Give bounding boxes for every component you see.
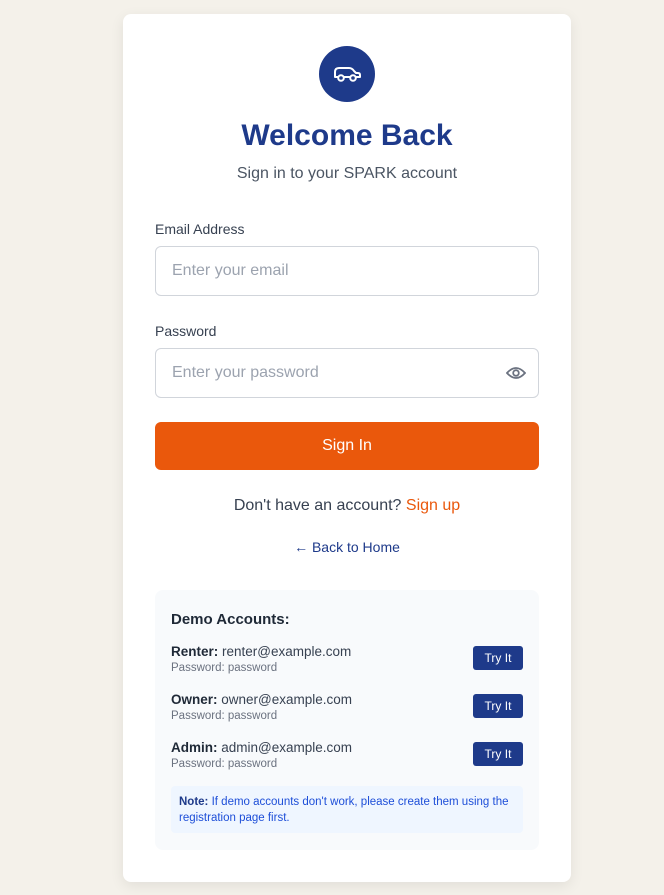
try-owner-button[interactable]: Try It	[473, 694, 523, 718]
page-subtitle: Sign in to your SPARK account	[236, 165, 458, 182]
email-label: Email Address	[155, 221, 245, 237]
demo-account-admin: Admin: admin@example.com Password: passw…	[171, 740, 523, 780]
page-title: Welcome Back	[241, 119, 453, 152]
account-email: admin@example.com	[221, 740, 353, 755]
login-card: Welcome Back Sign in to your SPARK accou…	[123, 14, 571, 882]
note-label: Note:	[179, 796, 209, 808]
demo-accounts-panel: Demo Accounts: Renter: renter@example.co…	[155, 590, 539, 850]
account-role: Admin:	[171, 740, 218, 755]
demo-account-renter: Renter: renter@example.com Password: pas…	[171, 644, 523, 684]
password-label: Password	[155, 323, 217, 339]
eye-icon	[506, 367, 526, 379]
back-to-home-link[interactable]: ← Back to Home	[123, 539, 571, 555]
logo-badge	[319, 46, 375, 102]
account-password: Password: password	[171, 758, 278, 770]
email-field[interactable]	[155, 246, 539, 296]
account-password: Password: password	[171, 662, 278, 674]
toggle-password-visibility[interactable]	[505, 364, 527, 382]
account-password: Password: password	[171, 710, 278, 722]
demo-note: Note: If demo accounts don't work, pleas…	[171, 786, 523, 833]
account-role: Renter:	[171, 644, 219, 659]
password-field[interactable]	[155, 348, 539, 398]
try-admin-button[interactable]: Try It	[473, 742, 523, 766]
account-email: owner@example.com	[221, 692, 353, 707]
demo-account-owner: Owner: owner@example.com Password: passw…	[171, 692, 523, 732]
car-icon	[334, 67, 361, 82]
account-email: renter@example.com	[222, 644, 352, 659]
account-role: Owner:	[171, 692, 218, 707]
note-text: If demo accounts don't work, please crea…	[179, 796, 509, 824]
sign-in-button[interactable]: Sign In	[155, 422, 539, 470]
signup-link[interactable]: Sign up	[406, 497, 460, 514]
signup-prompt: Don't have an account?	[233, 497, 402, 514]
demo-accounts-title: Demo Accounts:	[171, 611, 290, 628]
try-renter-button[interactable]: Try It	[473, 646, 523, 670]
signup-prompt-row: Don't have an account? Sign up	[123, 497, 571, 515]
